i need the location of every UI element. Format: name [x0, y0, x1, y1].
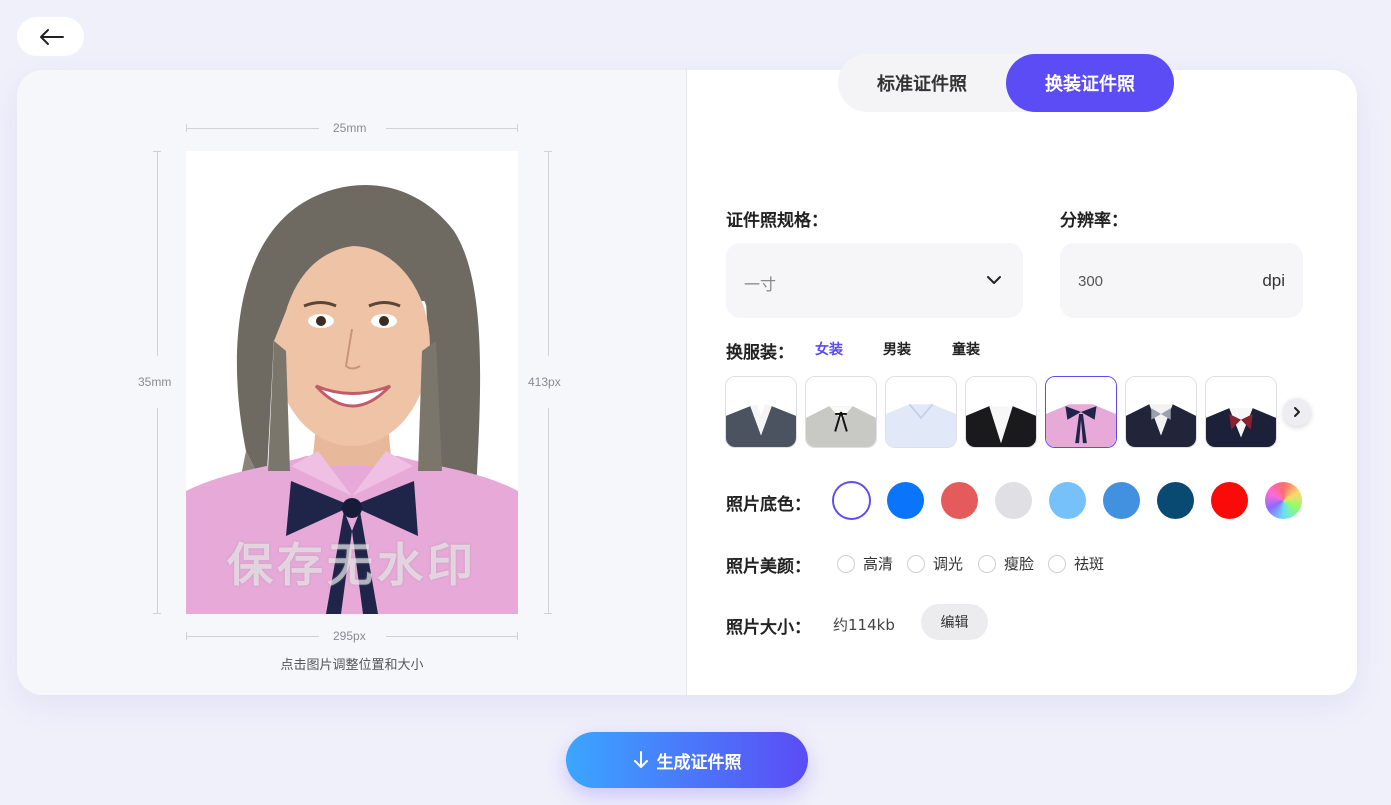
bg-color-swatch[interactable]	[941, 482, 978, 519]
radio-circle	[837, 554, 855, 573]
beauty-option-label: 祛斑	[1074, 555, 1105, 573]
dim-line	[157, 151, 158, 356]
spec-value: 一寸	[744, 275, 777, 294]
bg-color-swatch[interactable]	[1049, 482, 1086, 519]
dim-line	[548, 151, 549, 356]
bg-color-swatch[interactable]	[1103, 482, 1140, 519]
bg-color-swatch[interactable]	[887, 482, 924, 519]
id-photo-preview[interactable]: 保存无水印	[186, 151, 518, 614]
beauty-option-slim-face[interactable]: 瘦脸	[978, 553, 1034, 574]
beauty-label: 照片美颜：	[726, 557, 811, 577]
outfit-option[interactable]	[725, 376, 797, 448]
dpi-unit: dpi	[1262, 271, 1285, 290]
dim-line	[186, 636, 319, 637]
tab-standard-photo[interactable]: 标准证件照	[838, 54, 1006, 112]
bg-color-label: 照片底色：	[726, 495, 811, 515]
outfit-option[interactable]	[1205, 376, 1277, 448]
beauty-option-spot-removal[interactable]: 祛斑	[1048, 553, 1104, 574]
edit-size-button[interactable]: 编辑	[921, 604, 988, 640]
dim-line	[548, 408, 549, 614]
beauty-option-label: 高清	[863, 555, 894, 573]
outfit-option[interactable]	[885, 376, 957, 448]
download-arrow-icon	[633, 751, 648, 768]
beauty-option-light[interactable]: 调光	[907, 553, 963, 574]
resolution-input[interactable]	[1078, 270, 1228, 292]
preview-pane: 25mm 35mm 413px 295px 保存无水印 点击图片调整位置和大小	[17, 70, 687, 695]
dim-line	[386, 128, 518, 129]
outfit-list	[725, 376, 1277, 449]
spec-select[interactable]: 一寸	[726, 243, 1023, 318]
dim-line	[186, 128, 319, 129]
outfit-category-men[interactable]: 男装	[883, 339, 911, 359]
width-px-label: 295px	[333, 629, 366, 643]
watermark-text: 保存无水印	[227, 538, 477, 592]
outfit-option[interactable]	[805, 376, 877, 448]
tab-outfit-photo[interactable]: 换装证件照	[1006, 54, 1174, 112]
bg-color-swatch[interactable]	[995, 482, 1032, 519]
outfit-label: 换服装：	[726, 343, 794, 363]
back-button[interactable]	[17, 17, 84, 56]
height-mm-label: 35mm	[138, 375, 172, 389]
dim-line	[157, 408, 158, 614]
outfit-option[interactable]	[1125, 376, 1197, 448]
outfit-option-selected[interactable]	[1045, 376, 1117, 448]
generate-label: 生成证件照	[656, 752, 742, 773]
bg-color-swatch[interactable]	[833, 482, 870, 519]
radio-circle	[1048, 554, 1066, 573]
outfit-option[interactable]	[965, 376, 1037, 448]
adjust-hint: 点击图片调整位置和大小	[280, 658, 424, 673]
resolution-field: dpi	[1060, 243, 1303, 318]
outfit-category-women[interactable]: 女装	[815, 339, 843, 359]
width-mm-label: 25mm	[333, 121, 367, 135]
beauty-option-label: 调光	[933, 555, 964, 573]
spec-label: 证件照规格：	[726, 211, 828, 231]
size-value: 约114kb	[833, 616, 895, 634]
bg-color-swatch[interactable]	[1265, 482, 1302, 519]
generate-photo-button[interactable]: 生成证件照	[566, 732, 808, 788]
resolution-label: 分辨率：	[1060, 211, 1128, 231]
outfit-next-button[interactable]	[1283, 398, 1311, 426]
dim-line	[386, 636, 518, 637]
mode-tabs: 标准证件照 换装证件照	[838, 54, 1174, 112]
size-label: 照片大小：	[726, 618, 811, 638]
bg-color-swatch[interactable]	[1157, 482, 1194, 519]
height-px-label: 413px	[528, 375, 561, 389]
radio-circle	[978, 554, 996, 573]
beauty-option-label: 瘦脸	[1004, 555, 1035, 573]
chevron-down-icon	[987, 276, 1001, 284]
chevron-right-icon	[1294, 407, 1300, 417]
outfit-category-kids[interactable]: 童装	[952, 339, 980, 359]
arrow-left-icon	[39, 28, 64, 45]
beauty-option-hd[interactable]: 高清	[837, 553, 893, 574]
radio-circle	[907, 554, 925, 573]
bg-color-swatch[interactable]	[1211, 482, 1248, 519]
